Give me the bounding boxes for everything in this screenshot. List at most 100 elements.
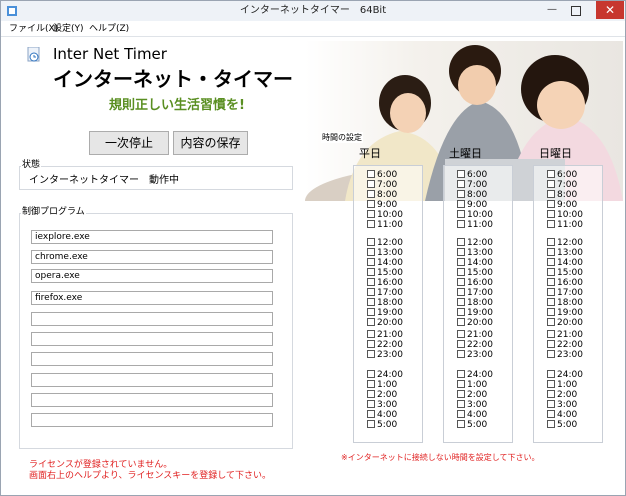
checkbox-icon[interactable] [547, 298, 555, 306]
hour-checkbox-saturday[interactable]: 2:00 [457, 390, 487, 400]
checkbox-icon[interactable] [547, 380, 555, 388]
hour-checkbox-weekday[interactable]: 13:00 [367, 248, 403, 258]
checkbox-icon[interactable] [367, 288, 375, 296]
program-input-9[interactable] [31, 393, 273, 407]
menu-help[interactable]: ヘルプ(Z) [89, 23, 129, 35]
checkbox-icon[interactable] [547, 200, 555, 208]
checkbox-icon[interactable] [457, 238, 465, 246]
pause-button[interactable]: 一次停止 [89, 131, 169, 155]
checkbox-icon[interactable] [367, 220, 375, 228]
hour-checkbox-sunday[interactable]: 24:00 [547, 370, 583, 380]
checkbox-icon[interactable] [457, 200, 465, 208]
checkbox-icon[interactable] [367, 410, 375, 418]
checkbox-icon[interactable] [457, 180, 465, 188]
hour-checkbox-sunday[interactable]: 7:00 [547, 180, 577, 190]
checkbox-icon[interactable] [367, 350, 375, 358]
checkbox-icon[interactable] [367, 308, 375, 316]
hour-checkbox-sunday[interactable]: 20:00 [547, 318, 583, 328]
checkbox-icon[interactable] [457, 370, 465, 378]
hour-checkbox-saturday[interactable]: 12:00 [457, 238, 493, 248]
hour-checkbox-sunday[interactable]: 17:00 [547, 288, 583, 298]
hour-checkbox-sunday[interactable]: 10:00 [547, 210, 583, 220]
hour-checkbox-saturday[interactable]: 9:00 [457, 200, 487, 210]
checkbox-icon[interactable] [367, 190, 375, 198]
save-button[interactable]: 内容の保存 [173, 131, 248, 155]
checkbox-icon[interactable] [457, 220, 465, 228]
checkbox-icon[interactable] [457, 258, 465, 266]
checkbox-icon[interactable] [457, 170, 465, 178]
hour-checkbox-saturday[interactable]: 7:00 [457, 180, 487, 190]
hour-checkbox-saturday[interactable]: 11:00 [457, 220, 493, 230]
checkbox-icon[interactable] [457, 308, 465, 316]
hour-checkbox-sunday[interactable]: 21:00 [547, 330, 583, 340]
checkbox-icon[interactable] [367, 268, 375, 276]
hour-checkbox-weekday[interactable]: 15:00 [367, 268, 403, 278]
hour-checkbox-weekday[interactable]: 22:00 [367, 340, 403, 350]
hour-checkbox-sunday[interactable]: 13:00 [547, 248, 583, 258]
program-input-5[interactable] [31, 312, 273, 326]
hour-checkbox-weekday[interactable]: 9:00 [367, 200, 397, 210]
checkbox-icon[interactable] [367, 420, 375, 428]
hour-checkbox-weekday[interactable]: 8:00 [367, 190, 397, 200]
checkbox-icon[interactable] [457, 298, 465, 306]
checkbox-icon[interactable] [367, 318, 375, 326]
checkbox-icon[interactable] [367, 400, 375, 408]
hour-checkbox-weekday[interactable]: 18:00 [367, 298, 403, 308]
hour-checkbox-sunday[interactable]: 8:00 [547, 190, 577, 200]
checkbox-icon[interactable] [547, 258, 555, 266]
hour-checkbox-weekday[interactable]: 11:00 [367, 220, 403, 230]
hour-checkbox-sunday[interactable]: 16:00 [547, 278, 583, 288]
hour-checkbox-sunday[interactable]: 12:00 [547, 238, 583, 248]
checkbox-icon[interactable] [457, 210, 465, 218]
checkbox-icon[interactable] [457, 340, 465, 348]
checkbox-icon[interactable] [547, 410, 555, 418]
program-input-6[interactable] [31, 332, 273, 346]
checkbox-icon[interactable] [547, 238, 555, 246]
program-input-8[interactable] [31, 373, 273, 387]
hour-checkbox-sunday[interactable]: 11:00 [547, 220, 583, 230]
hour-checkbox-saturday[interactable]: 18:00 [457, 298, 493, 308]
checkbox-icon[interactable] [547, 340, 555, 348]
hour-checkbox-saturday[interactable]: 16:00 [457, 278, 493, 288]
hour-checkbox-saturday[interactable]: 4:00 [457, 410, 487, 420]
program-input-10[interactable] [31, 413, 273, 427]
hour-checkbox-saturday[interactable]: 21:00 [457, 330, 493, 340]
checkbox-icon[interactable] [547, 248, 555, 256]
checkbox-icon[interactable] [547, 210, 555, 218]
checkbox-icon[interactable] [457, 330, 465, 338]
hour-checkbox-sunday[interactable]: 15:00 [547, 268, 583, 278]
hour-checkbox-saturday[interactable]: 20:00 [457, 318, 493, 328]
checkbox-icon[interactable] [367, 258, 375, 266]
hour-checkbox-weekday[interactable]: 10:00 [367, 210, 403, 220]
checkbox-icon[interactable] [457, 380, 465, 388]
checkbox-icon[interactable] [547, 180, 555, 188]
checkbox-icon[interactable] [547, 288, 555, 296]
hour-checkbox-sunday[interactable]: 1:00 [547, 380, 577, 390]
hour-checkbox-saturday[interactable]: 19:00 [457, 308, 493, 318]
checkbox-icon[interactable] [457, 390, 465, 398]
checkbox-icon[interactable] [457, 288, 465, 296]
checkbox-icon[interactable] [367, 170, 375, 178]
hour-checkbox-sunday[interactable]: 5:00 [547, 420, 577, 430]
checkbox-icon[interactable] [367, 210, 375, 218]
checkbox-icon[interactable] [547, 330, 555, 338]
hour-checkbox-saturday[interactable]: 24:00 [457, 370, 493, 380]
checkbox-icon[interactable] [547, 318, 555, 326]
checkbox-icon[interactable] [367, 330, 375, 338]
checkbox-icon[interactable] [547, 420, 555, 428]
checkbox-icon[interactable] [457, 268, 465, 276]
hour-checkbox-sunday[interactable]: 6:00 [547, 170, 577, 180]
hour-checkbox-weekday[interactable]: 20:00 [367, 318, 403, 328]
hour-checkbox-weekday[interactable]: 24:00 [367, 370, 403, 380]
title-bar[interactable]: インターネットタイマー 64Bit — ✕ [1, 1, 625, 21]
hour-checkbox-sunday[interactable]: 3:00 [547, 400, 577, 410]
hour-checkbox-sunday[interactable]: 4:00 [547, 410, 577, 420]
hour-checkbox-weekday[interactable]: 4:00 [367, 410, 397, 420]
checkbox-icon[interactable] [547, 278, 555, 286]
maximize-button[interactable] [571, 6, 581, 16]
program-input-7[interactable] [31, 352, 273, 366]
checkbox-icon[interactable] [367, 340, 375, 348]
hour-checkbox-weekday[interactable]: 6:00 [367, 170, 397, 180]
program-input-3[interactable]: opera.exe [31, 269, 273, 283]
hour-checkbox-weekday[interactable]: 5:00 [367, 420, 397, 430]
